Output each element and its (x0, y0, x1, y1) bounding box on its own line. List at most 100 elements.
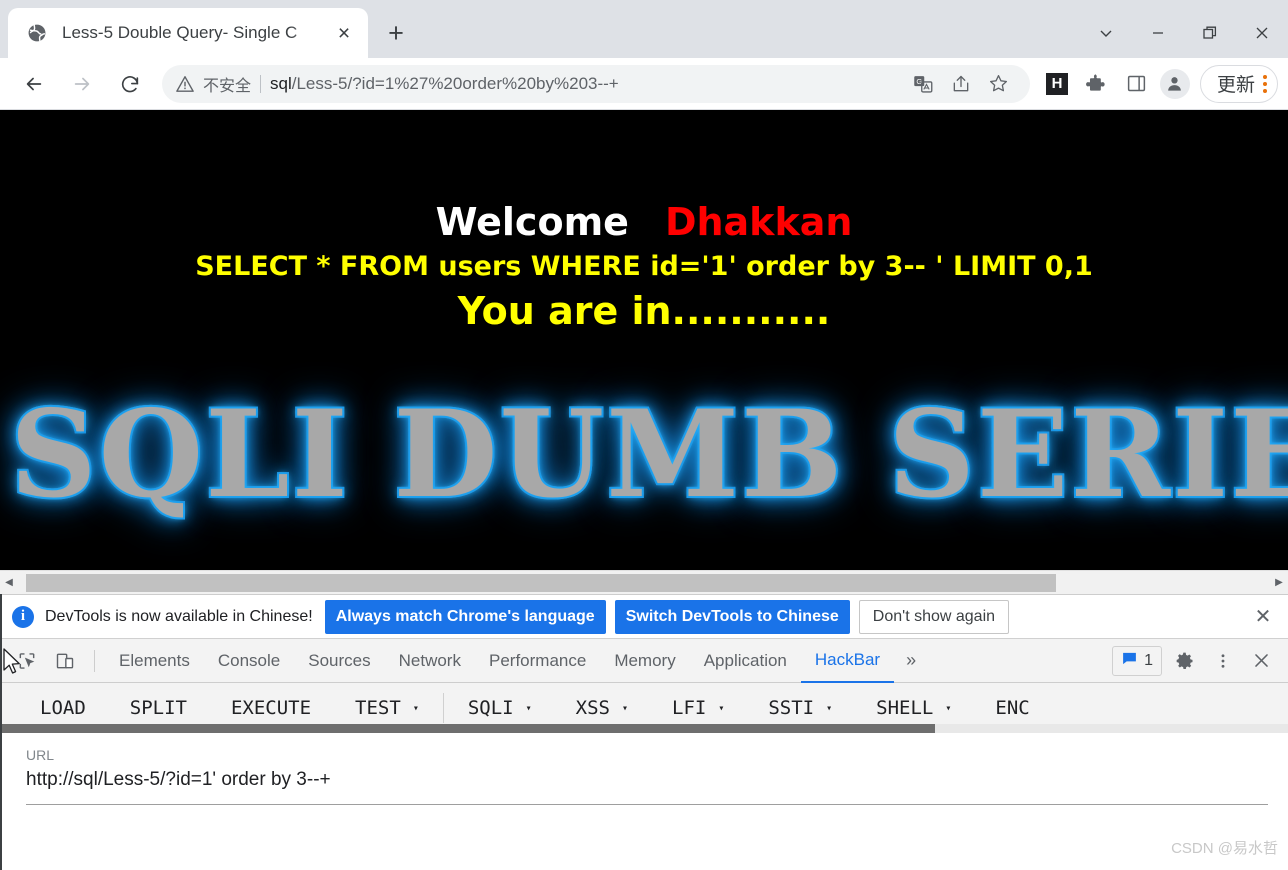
chevron-down-icon: ▾ (945, 702, 952, 714)
devtools-language-notification: i DevTools is now available in Chinese! … (0, 595, 1288, 639)
hackbar-button-label: LOAD (40, 697, 86, 719)
more-tabs-icon[interactable]: » (894, 644, 928, 678)
url-text[interactable]: sql/Less-5/?id=1%27%20order%20by%203--+ (270, 74, 902, 94)
chevron-down-icon: ▾ (525, 702, 532, 714)
toolbar-divider (94, 649, 95, 672)
url-host: sql (270, 73, 292, 93)
dont-show-again-button[interactable]: Don't show again (858, 599, 1010, 634)
tab-hackbar[interactable]: HackBar (800, 639, 895, 683)
hackbar-panel: LOAD SPLIT EXECUTE TEST ▾ SQLI ▾ XSS ▾ LFI ▾… (0, 683, 1288, 870)
hackbar-scrollbar-thumb[interactable] (0, 724, 935, 733)
chevron-down-icon: ▾ (621, 702, 628, 714)
url-path: /Less-5/?id=1%27%20order%20by%203--+ (291, 73, 619, 93)
side-panel-icon[interactable] (1118, 65, 1156, 103)
omnibox-divider (260, 74, 262, 93)
back-button[interactable] (14, 64, 54, 104)
hackbar-extension-letter: H (1045, 72, 1068, 95)
browser-window: Less-5 Double Query- Single C × + 不安全 sq… (0, 0, 1288, 870)
messages-badge[interactable]: 1 (1112, 645, 1162, 676)
hackbar-button-label: TEST (355, 697, 401, 719)
globe-icon (24, 20, 50, 46)
hackbar-button-label: SQLI (467, 697, 514, 719)
navigation-toolbar: 不安全 sql/Less-5/?id=1%27%20order%20by%203… (0, 58, 1288, 110)
extensions-puzzle-icon[interactable] (1078, 65, 1116, 103)
user-name-text: Dhakkan (664, 200, 853, 244)
tab-search-chevron-icon[interactable] (1080, 11, 1132, 55)
page-viewport: Welcome Dhakkan SELECT * FROM users WHERE… (0, 110, 1288, 570)
minimize-button[interactable] (1132, 11, 1184, 55)
tab-network[interactable]: Network (385, 639, 475, 683)
security-status-label: 不安全 (203, 77, 252, 95)
notification-message: DevTools is now available in Chinese! (45, 607, 313, 625)
tab-memory[interactable]: Memory (600, 639, 689, 683)
message-count: 1 (1144, 651, 1153, 669)
new-tab-button[interactable]: + (376, 13, 416, 53)
sql-query-text: SELECT * FROM users WHERE id='1' order b… (195, 251, 1093, 282)
close-notification-icon[interactable]: ✕ (1248, 602, 1278, 632)
forward-button[interactable] (62, 64, 102, 104)
hackbar-extension-icon[interactable]: H (1038, 65, 1076, 103)
always-match-language-button[interactable]: Always match Chrome's language (324, 599, 606, 634)
hackbar-button-label: XSS (575, 697, 610, 719)
hackbar-toolbar-scrollbar[interactable] (0, 724, 1288, 733)
not-secure-warning-icon (176, 75, 196, 93)
address-bar[interactable]: 不安全 sql/Less-5/?id=1%27%20order%20by%203… (162, 64, 1030, 103)
gear-icon[interactable] (1168, 644, 1202, 678)
tab-elements[interactable]: Elements (105, 639, 204, 683)
message-icon (1121, 650, 1138, 672)
hackbar-divider (442, 693, 444, 723)
watermark: CSDN @易水哲 (1171, 840, 1278, 857)
tab-strip: Less-5 Double Query- Single C × + (0, 0, 1288, 58)
tab-close-icon[interactable]: × (330, 19, 358, 47)
star-icon[interactable] (982, 67, 1016, 101)
reload-button[interactable] (110, 64, 150, 104)
more-vertical-icon[interactable] (1206, 644, 1240, 678)
url-input[interactable]: http://sql/Less-5/?id=1' order by 3--+ (26, 769, 1268, 805)
scroll-right-arrow-icon[interactable]: ▶ (1270, 571, 1288, 595)
page-horizontal-scrollbar[interactable]: ◀ ▶ (0, 570, 1288, 594)
chevron-down-icon: ▾ (826, 702, 833, 714)
omnibox-action-icons: G (902, 67, 1016, 101)
close-devtools-icon[interactable] (1244, 644, 1278, 678)
info-icon: i (12, 605, 34, 628)
hackbar-button-label: ENC (995, 697, 1030, 719)
devtools-tabbar-actions: 1 (1112, 644, 1280, 678)
update-button-label: 更新 (1216, 75, 1255, 96)
hackbar-toolbar: LOAD SPLIT EXECUTE TEST ▾ SQLI ▾ XSS ▾ LFI ▾… (0, 683, 1288, 733)
translate-icon[interactable]: G (906, 67, 940, 101)
tab-application[interactable]: Application (690, 639, 801, 683)
tab-console[interactable]: Console (204, 639, 294, 683)
tab-title: Less-5 Double Query- Single C (62, 23, 298, 42)
scrollbar-track[interactable] (18, 571, 1270, 595)
mouse-cursor-icon (3, 648, 20, 674)
devtools-left-border (0, 594, 2, 870)
close-window-button[interactable] (1236, 11, 1288, 55)
scrollbar-thumb[interactable] (26, 573, 1056, 592)
hackbar-button-label: EXECUTE (230, 697, 312, 719)
window-controls (1080, 8, 1288, 58)
share-icon[interactable] (944, 67, 978, 101)
hackbar-button-label: SPLIT (129, 697, 187, 719)
hackbar-request-editor: URL http://sql/Less-5/?id=1' order by 3-… (0, 733, 1288, 870)
hackbar-button-label: LFI (672, 697, 707, 719)
chevron-down-icon: ▾ (718, 702, 725, 714)
scroll-left-arrow-icon[interactable]: ◀ (0, 571, 18, 595)
welcome-heading: Welcome Dhakkan (0, 203, 1288, 241)
welcome-text: Welcome (435, 200, 629, 244)
tab-performance[interactable]: Performance (475, 639, 600, 683)
chevron-down-icon: ▾ (412, 702, 419, 714)
device-toolbar-icon[interactable] (48, 644, 82, 678)
tab-sources[interactable]: Sources (294, 639, 384, 683)
more-vertical-icon[interactable] (1263, 73, 1267, 95)
sqli-dumb-series-banner: SQLI DUMB SERIES (0, 393, 1288, 517)
switch-devtools-language-button[interactable]: Switch DevTools to Chinese (614, 599, 850, 634)
devtools-panel: i DevTools is now available in Chinese! … (0, 594, 1288, 870)
browser-tab[interactable]: Less-5 Double Query- Single C × (8, 8, 368, 58)
url-field-label: URL (26, 747, 55, 763)
update-button[interactable]: 更新 (1199, 64, 1278, 103)
hackbar-button-label: SHELL (876, 697, 934, 719)
status-text: You are in........... (457, 289, 831, 333)
devtools-tab-bar: Elements Console Sources Network Perform… (0, 639, 1288, 683)
maximize-restore-button[interactable] (1184, 11, 1236, 55)
profile-avatar-icon[interactable] (1159, 68, 1190, 99)
